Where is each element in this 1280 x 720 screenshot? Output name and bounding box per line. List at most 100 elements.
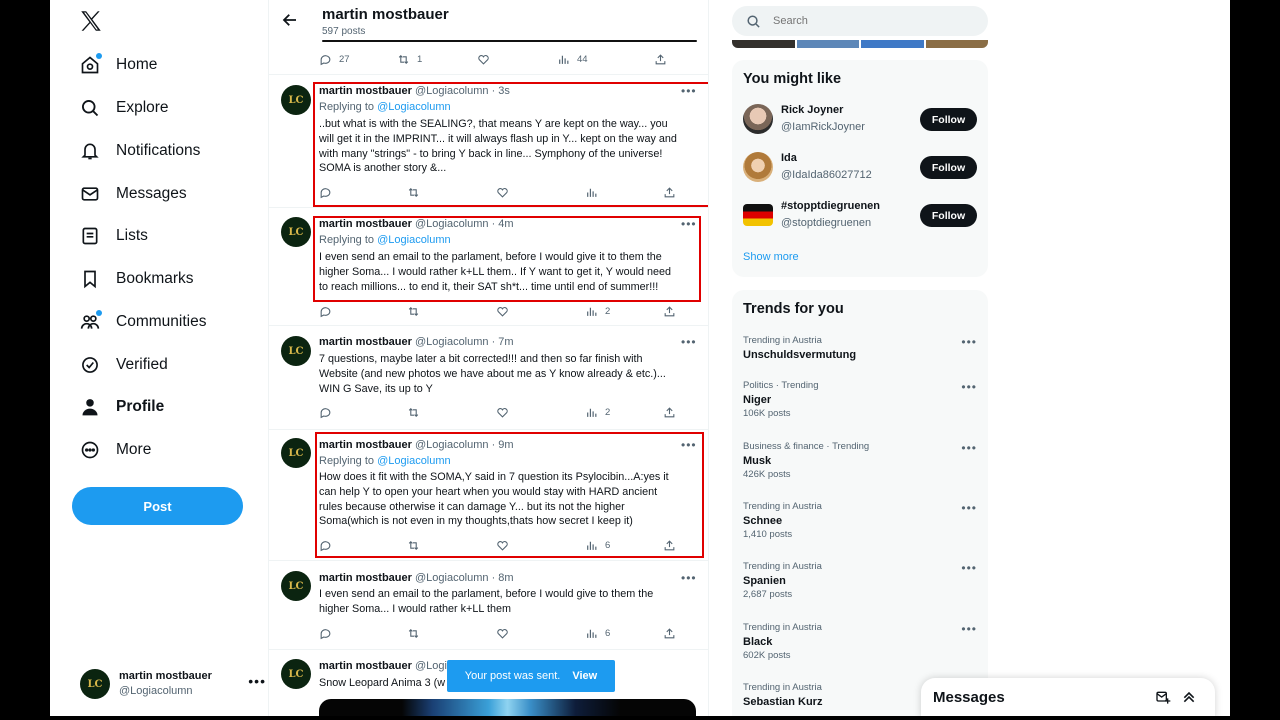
drawer-title: Messages (933, 689, 1005, 706)
back-arrow-icon[interactable] (281, 11, 299, 29)
views-button[interactable]: 2 (585, 406, 663, 419)
avatar[interactable]: LC (281, 336, 311, 366)
suggested-user[interactable]: Ida @IdaIda86027712 Follow (743, 149, 977, 185)
share-button[interactable] (663, 305, 676, 318)
like-button[interactable] (496, 305, 585, 318)
more-dots-icon[interactable]: ••• (961, 622, 977, 636)
more-dots-icon[interactable]: ••• (681, 84, 697, 98)
tweet[interactable]: LC martin mostbauer @Logiacolumn · 4m ••… (269, 208, 708, 326)
reply-button[interactable] (319, 186, 407, 199)
search-bar[interactable] (732, 6, 988, 36)
follow-button[interactable]: Follow (920, 156, 977, 179)
avatar[interactable]: LC (281, 438, 311, 468)
nav-communities[interactable]: Communities (78, 307, 206, 337)
nav-profile[interactable]: Profile (78, 392, 164, 422)
post-count: 597 posts (322, 26, 366, 37)
suggested-user[interactable]: #stopptdiegruenen @stoptdiegruenen Follow (743, 197, 977, 233)
like-button[interactable] (496, 186, 585, 199)
tweet[interactable]: LC martin mostbauer @Logiacolumn · 9m ••… (269, 430, 708, 561)
more-dots-icon[interactable]: ••• (961, 380, 977, 394)
nav-lists[interactable]: Lists (78, 221, 148, 251)
tweet[interactable]: LC martin mostbauer @Logiacolumn · 8m ••… (269, 561, 708, 650)
heart-icon (497, 306, 508, 317)
author-name[interactable]: martin mostbauer (319, 439, 412, 451)
mention-link[interactable]: @Logiacolumn (377, 234, 451, 246)
more-dots-icon[interactable]: ••• (961, 441, 977, 455)
x-logo-icon[interactable] (78, 8, 104, 34)
author-name[interactable]: martin mostbauer (319, 660, 412, 672)
show-more-link[interactable]: Show more (743, 251, 799, 263)
nav-messages[interactable]: Messages (78, 179, 187, 209)
follow-button[interactable]: Follow (920, 108, 977, 131)
avatar[interactable]: LC (281, 85, 311, 115)
repost-button[interactable] (407, 186, 496, 199)
post-button[interactable]: Post (72, 487, 243, 525)
tweet-actions (319, 184, 689, 200)
more-dots-icon[interactable]: ••• (681, 217, 697, 231)
expand-chevrons-icon[interactable] (1181, 689, 1197, 705)
repost-button[interactable] (407, 406, 496, 419)
nav-verified[interactable]: Verified (78, 350, 168, 380)
trend-item[interactable]: Trending in Austria Spanien 2,687 posts ••• (743, 561, 977, 601)
trend-item[interactable]: Business & finance · Trending Musk 426K po… (743, 441, 977, 481)
more-dots-icon[interactable]: ••• (961, 561, 977, 575)
nav-notifications[interactable]: Notifications (78, 136, 200, 166)
suggested-user[interactable]: Rick Joyner @IamRickJoyner Follow (743, 101, 977, 137)
follow-button[interactable]: Follow (920, 204, 977, 227)
like-button[interactable] (496, 406, 585, 419)
heart-icon (497, 407, 508, 418)
toast-view-link[interactable]: View (572, 670, 597, 682)
nav-home[interactable]: Home (78, 50, 157, 80)
avatar[interactable]: LC (281, 217, 311, 247)
nav-more[interactable]: More (78, 435, 151, 465)
app-window: Home Explore Notifications Messages List… (50, 0, 1230, 716)
more-dots-icon[interactable]: ••• (681, 571, 697, 585)
share-icon (664, 186, 675, 197)
avatar[interactable]: LC (281, 659, 311, 689)
like-button[interactable] (496, 539, 585, 552)
like-button[interactable] (496, 627, 585, 640)
more-dots-icon[interactable]: ••• (961, 501, 977, 515)
mention-link[interactable]: @Logiacolumn (377, 101, 451, 113)
account-switcher[interactable]: LC martin mostbauer @Logiacolumn ••• (80, 667, 265, 701)
repost-icon (408, 306, 419, 316)
trend-item[interactable]: Trending in Austria Unschuldsvermutung ••• (743, 335, 977, 363)
more-dots-icon[interactable]: ••• (681, 335, 697, 349)
share-button[interactable] (663, 627, 676, 640)
tweet[interactable]: LC martin mostbauer @Logiacolumn · 7m ••… (269, 326, 708, 430)
tweet[interactable]: LC martin mostbauer @Logiacolumn · 3s ••… (269, 75, 708, 208)
new-message-icon[interactable] (1155, 689, 1171, 705)
share-button[interactable] (663, 406, 676, 419)
trend-item[interactable]: Trending in Austria Schnee 1,410 posts ••• (743, 501, 977, 541)
nav-explore[interactable]: Explore (78, 93, 169, 123)
author-name[interactable]: martin mostbauer (319, 572, 412, 584)
views-button[interactable]: 2 (585, 305, 663, 318)
nav-bookmarks[interactable]: Bookmarks (78, 264, 194, 294)
trend-item[interactable]: Trending in Austria Black 602K posts ••• (743, 622, 977, 662)
repost-button[interactable] (407, 305, 496, 318)
reply-button[interactable] (319, 305, 407, 318)
author-name[interactable]: martin mostbauer (319, 85, 412, 97)
views-button[interactable]: 6 (585, 627, 663, 640)
reply-button[interactable] (319, 627, 407, 640)
more-dots-icon[interactable]: ••• (961, 335, 977, 349)
reply-icon (320, 540, 331, 551)
mention-link[interactable]: @Logiacolumn (377, 455, 451, 467)
reply-button[interactable] (319, 406, 407, 419)
search-input[interactable] (773, 15, 963, 27)
views-button[interactable] (585, 186, 663, 199)
repost-button[interactable] (407, 539, 496, 552)
author-name[interactable]: martin mostbauer (319, 336, 412, 348)
author-name[interactable]: martin mostbauer (319, 218, 412, 230)
avatar[interactable]: LC (281, 571, 311, 601)
share-button[interactable] (663, 186, 676, 199)
reply-button[interactable] (319, 539, 407, 552)
more-dots-icon[interactable]: ••• (248, 673, 266, 689)
repost-button[interactable] (407, 627, 496, 640)
tweet-media-image[interactable] (319, 699, 696, 716)
trend-item[interactable]: Politics · Trending Niger 106K posts ••• (743, 380, 977, 420)
share-button[interactable] (663, 539, 676, 552)
views-button[interactable]: 6 (585, 539, 663, 552)
messages-drawer[interactable]: Messages (921, 678, 1215, 716)
more-dots-icon[interactable]: ••• (681, 438, 697, 452)
